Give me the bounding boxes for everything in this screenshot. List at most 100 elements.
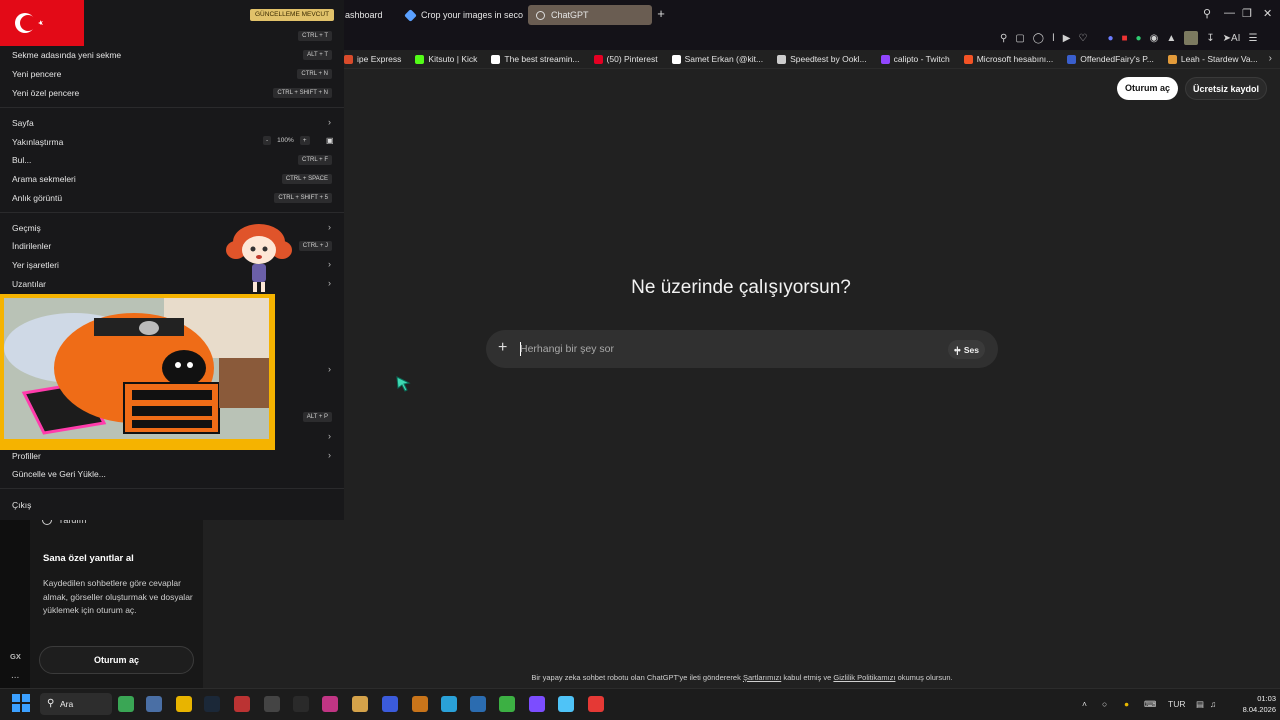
menu-shortcut: CTRL + SHIFT + 5: [274, 193, 332, 203]
extension-green-icon[interactable]: ●: [1136, 33, 1142, 44]
app-highlight-icon[interactable]: [234, 696, 250, 712]
bookmark-favicon-icon: [344, 54, 353, 64]
clock-date: 8.04.2026: [1242, 705, 1276, 714]
bookmark-item[interactable]: calipto - Twitch: [880, 54, 950, 64]
bookmark-item[interactable]: Speedtest by Ookl...: [777, 54, 867, 64]
tab-crop-images[interactable]: Crop your images in seco: [398, 5, 524, 25]
explorer-icon[interactable]: [470, 696, 486, 712]
volume-icon[interactable]: ♫: [1210, 699, 1216, 709]
close-window-button[interactable]: ✕: [1263, 7, 1272, 20]
divider: [0, 212, 344, 213]
tray-chevron-icon[interactable]: ˄: [1082, 699, 1087, 709]
bookmark-item[interactable]: Samet Erkan (@kit...: [671, 54, 764, 64]
bookmark-item[interactable]: (50) Pinterest: [593, 54, 658, 64]
sidebar-login-button[interactable]: Oturum aç: [39, 646, 194, 674]
opera-gx-icon[interactable]: [588, 696, 604, 712]
menu-item-label: Geçmiş: [12, 223, 41, 233]
prompt-input[interactable]: Herhangi bir şey sor: [520, 343, 614, 355]
minimize-button[interactable]: —: [1224, 7, 1235, 19]
menu-item[interactable]: Sayfa ›: [0, 116, 344, 132]
menu-item[interactable]: Anlık görüntü CTRL + SHIFT + 5: [0, 191, 344, 207]
screen: ashboard Crop your images in seco ChatGP…: [0, 0, 1280, 720]
instagram-icon[interactable]: [322, 696, 338, 712]
minecraft-icon[interactable]: [499, 696, 515, 712]
shield-icon[interactable]: ◯: [1033, 33, 1044, 44]
menu-icon[interactable]: ☰: [1248, 33, 1257, 44]
chevron-right-icon: ›: [328, 450, 331, 460]
gx-icon[interactable]: GX: [10, 652, 21, 661]
login-button[interactable]: Oturum aç: [1117, 77, 1179, 100]
app-r-icon[interactable]: [412, 696, 428, 712]
download-icon[interactable]: ↧: [1206, 33, 1214, 44]
keyboard-icon[interactable]: ⌨: [1144, 699, 1156, 710]
crop-icon[interactable]: ▢: [1015, 33, 1024, 44]
menu-item[interactable]: Yeni özel pencere CTRL + SHIFT + N: [0, 86, 344, 102]
audio-icon[interactable]: ●: [1107, 33, 1113, 44]
bookmark-label: OffendedFairy's P...: [1080, 54, 1154, 64]
bookmark-label: Leah - Stardew Va...: [1180, 54, 1258, 64]
paint-icon[interactable]: [352, 696, 368, 712]
menu-item[interactable]: Sekme adasında yeni sekme ALT + T: [0, 48, 344, 64]
new-tab-button[interactable]: +: [654, 6, 668, 22]
terms-link[interactable]: Şartlarımızı: [743, 673, 781, 682]
privacy-link[interactable]: Gizlilik Politikamızı: [833, 673, 895, 682]
vpn-icon[interactable]: ◉: [1150, 33, 1159, 44]
avatar[interactable]: [1184, 31, 1199, 45]
menu-item[interactable]: Profiller ›: [0, 449, 344, 465]
menu-item-label: Sayfa: [12, 118, 34, 128]
steam-icon[interactable]: [204, 696, 220, 712]
file-manager-icon[interactable]: [146, 696, 162, 712]
pin-icon[interactable]: ⚲: [1000, 33, 1007, 44]
xbox-icon[interactable]: [118, 696, 134, 712]
signup-button[interactable]: Ücretsiz kaydol: [1185, 77, 1268, 100]
tool-icon[interactable]: [264, 696, 280, 712]
search-icon: ⚲: [47, 698, 55, 709]
bookmark-item[interactable]: OffendedFairy's P...: [1067, 54, 1154, 64]
prompt-composer[interactable]: + Herhangi bir şey sor: [486, 330, 998, 368]
aria-ai-button[interactable]: ➤AI: [1223, 33, 1241, 44]
bookmark-item[interactable]: Leah - Stardew Va...: [1167, 54, 1258, 64]
microphone-icon[interactable]: ●: [1124, 699, 1129, 709]
heart-icon[interactable]: ♡: [1078, 33, 1087, 44]
folder-icon[interactable]: [176, 696, 192, 712]
bookmark-label: Samet Erkan (@kit...: [684, 54, 764, 64]
tab-chatgpt[interactable]: ChatGPT: [528, 5, 652, 25]
bookmark-favicon-icon: [415, 54, 425, 64]
wifi-icon[interactable]: ▤: [1196, 699, 1204, 710]
photos-icon[interactable]: [558, 696, 574, 712]
restore-button[interactable]: ❐: [1242, 7, 1252, 20]
puzzle-icon[interactable]: ▲: [1166, 33, 1176, 44]
menu-item[interactable]: Bul... CTRL + F: [0, 153, 344, 169]
menu-item[interactable]: Çıkış: [0, 498, 344, 514]
search-tabs-icon[interactable]: ⚲: [1203, 7, 1211, 20]
bookmarks-more-icon[interactable]: ›: [1269, 53, 1272, 64]
taskbar-search[interactable]: ⚲ Ara: [40, 693, 112, 715]
menu-item[interactable]: Yakınlaştırma: [0, 135, 344, 151]
network-status-icon[interactable]: ○: [1102, 699, 1107, 709]
bookmark-item[interactable]: The best streamin...: [491, 54, 580, 64]
translate-icon[interactable]: ا: [1052, 33, 1055, 44]
crystal-icon[interactable]: [529, 696, 545, 712]
menu-item-label: Anlık görüntü: [12, 193, 63, 203]
bookmark-item[interactable]: Kitsuto | Kick: [415, 54, 477, 64]
divider: [0, 107, 344, 108]
update-available-badge[interactable]: GÜNCELLEME MEVCUT: [250, 9, 335, 21]
ranking-icon[interactable]: [382, 696, 398, 712]
menu-item[interactable]: Arama sekmeleri CTRL + SPACE: [0, 172, 344, 188]
clock[interactable]: 01:03 8.04.2026: [1224, 693, 1276, 715]
windows-start-icon[interactable]: [12, 694, 30, 712]
language-indicator[interactable]: TUR: [1168, 699, 1185, 709]
more-icon[interactable]: ...: [11, 670, 19, 681]
menu-item[interactable]: CTRL + T: [0, 29, 344, 45]
app-icon[interactable]: [293, 696, 309, 712]
extension-red-icon[interactable]: ■: [1121, 33, 1127, 44]
menu-item[interactable]: Yeni pencere CTRL + N: [0, 67, 344, 83]
voice-button[interactable]: •|• Ses: [948, 340, 985, 359]
tab-dashboard[interactable]: ashboard: [337, 5, 397, 25]
play-icon[interactable]: ▶: [1063, 33, 1071, 44]
bookmark-item[interactable]: ipe Express: [344, 54, 401, 64]
bookmark-item[interactable]: Microsoft hesabını...: [963, 54, 1053, 64]
recorder-icon[interactable]: [441, 696, 457, 712]
plus-icon[interactable]: +: [498, 339, 507, 357]
menu-item[interactable]: Güncelle ve Geri Yükle...: [0, 467, 344, 483]
